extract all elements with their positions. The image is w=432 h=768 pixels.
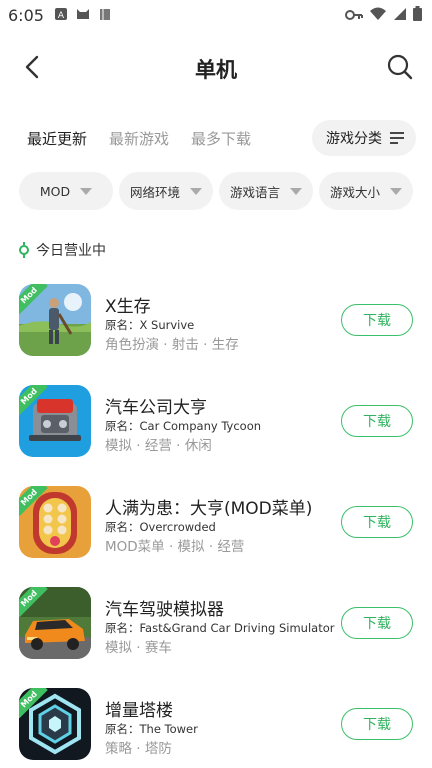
chip-network[interactable]: 网络环境 [119,172,213,210]
game-icon: Mod [19,486,91,558]
game-tags: 模拟 · 赛车 [105,640,172,656]
cat-notification-icon [75,5,91,25]
game-tags: MOD菜单 · 模拟 · 经营 [105,539,245,555]
game-original-name: 原名：Car Company Tycoon [105,419,262,433]
vpn-key-icon [345,6,363,25]
game-category-filter-button[interactable]: 游戏分类 [312,120,416,156]
download-button[interactable]: 下载 [341,405,413,437]
page-title: 单机 [195,58,237,82]
chip-label: 游戏大小 [329,184,380,200]
search-icon [387,54,413,80]
status-time: 6:05 [8,5,44,25]
game-name: 增量塔楼 [105,701,173,721]
game-original-name: 原名：Overcrowded [105,520,216,534]
game-original-name: 原名：The Tower [105,722,198,736]
book-notification-icon [98,6,112,25]
game-tags: 策略 · 塔防 [105,741,172,757]
chip-size[interactable]: 游戏大小 [319,172,413,210]
list-item[interactable]: Mod 汽车公司大亨 原名：Car Company Tycoon 模拟 · 经营… [0,385,432,459]
dropdown-arrow-icon [390,187,402,195]
list-item[interactable]: Mod 增量塔楼 原名：The Tower 策略 · 塔防 下载 [0,688,432,762]
list-item[interactable]: Mod X生存 原名：X Survive 角色扮演 · 射击 · 生存 下载 [0,284,432,358]
game-name: X生存 [105,297,151,317]
game-original-name: 原名：X Survive [105,318,195,332]
download-button[interactable]: 下载 [341,506,413,538]
tab-recent-updates[interactable]: 最近更新 [27,128,88,150]
location-pin-icon [19,242,29,258]
chip-language[interactable]: 游戏语言 [219,172,313,210]
search-button[interactable] [386,53,414,81]
list-item[interactable]: Mod 汽车驾驶模拟器 原名：Fast&Grand Car Driving Si… [0,587,432,661]
game-name: 汽车公司大亨 [105,398,207,418]
signal-icon [393,6,407,25]
tab-label: 最多下载 [191,130,252,148]
game-icon: Mod [19,284,91,356]
tab-label: 最新游戏 [109,130,170,148]
game-name: 人满为患：大亨(MOD菜单) [105,499,313,519]
tab-most-downloaded[interactable]: 最多下载 [191,128,251,149]
game-tags: 角色扮演 · 射击 · 生存 [105,337,239,353]
game-tags: 模拟 · 经营 · 休闲 [105,438,212,454]
tab-label: 最近更新 [27,130,88,148]
section-header: 今日营业中 [18,240,106,260]
tab-newest-games[interactable]: 最新游戏 [109,128,169,149]
chip-label: 游戏语言 [229,184,280,200]
game-icon: Mod [19,688,91,760]
status-bar: 6:05 A [0,0,432,30]
chip-mod[interactable]: MOD [19,172,113,210]
game-original-name: 原名：Fast&Grand Car Driving Simulator [105,621,335,635]
top-app-bar: 单机 [0,44,432,90]
dropdown-arrow-icon [190,187,202,195]
chip-label: MOD [39,183,71,199]
download-button[interactable]: 下载 [341,304,413,336]
dropdown-arrow-icon [80,187,93,195]
svg-text:A: A [58,11,65,21]
wifi-icon [369,6,387,25]
filter-lines-icon [390,132,404,144]
category-filter-label: 游戏分类 [326,131,382,147]
filter-chips: MOD 网络环境 游戏语言 游戏大小 [19,172,413,210]
list-item[interactable]: Mod 人满为患：大亨(MOD菜单) 原名：Overcrowded MOD菜单 … [0,486,432,560]
game-name: 汽车驾驶模拟器 [105,600,224,620]
sort-tabs: 最近更新 最新游戏 最多下载 游戏分类 [27,120,417,156]
chip-label: 网络环境 [129,184,180,200]
game-icon: Mod [19,587,91,659]
download-button[interactable]: 下载 [341,607,413,639]
battery-icon [413,5,422,25]
game-icon: Mod [19,385,91,457]
a-notification-icon: A [54,6,68,25]
dropdown-arrow-icon [290,187,302,195]
section-title: 今日营业中 [36,243,106,259]
download-button[interactable]: 下载 [341,708,413,740]
